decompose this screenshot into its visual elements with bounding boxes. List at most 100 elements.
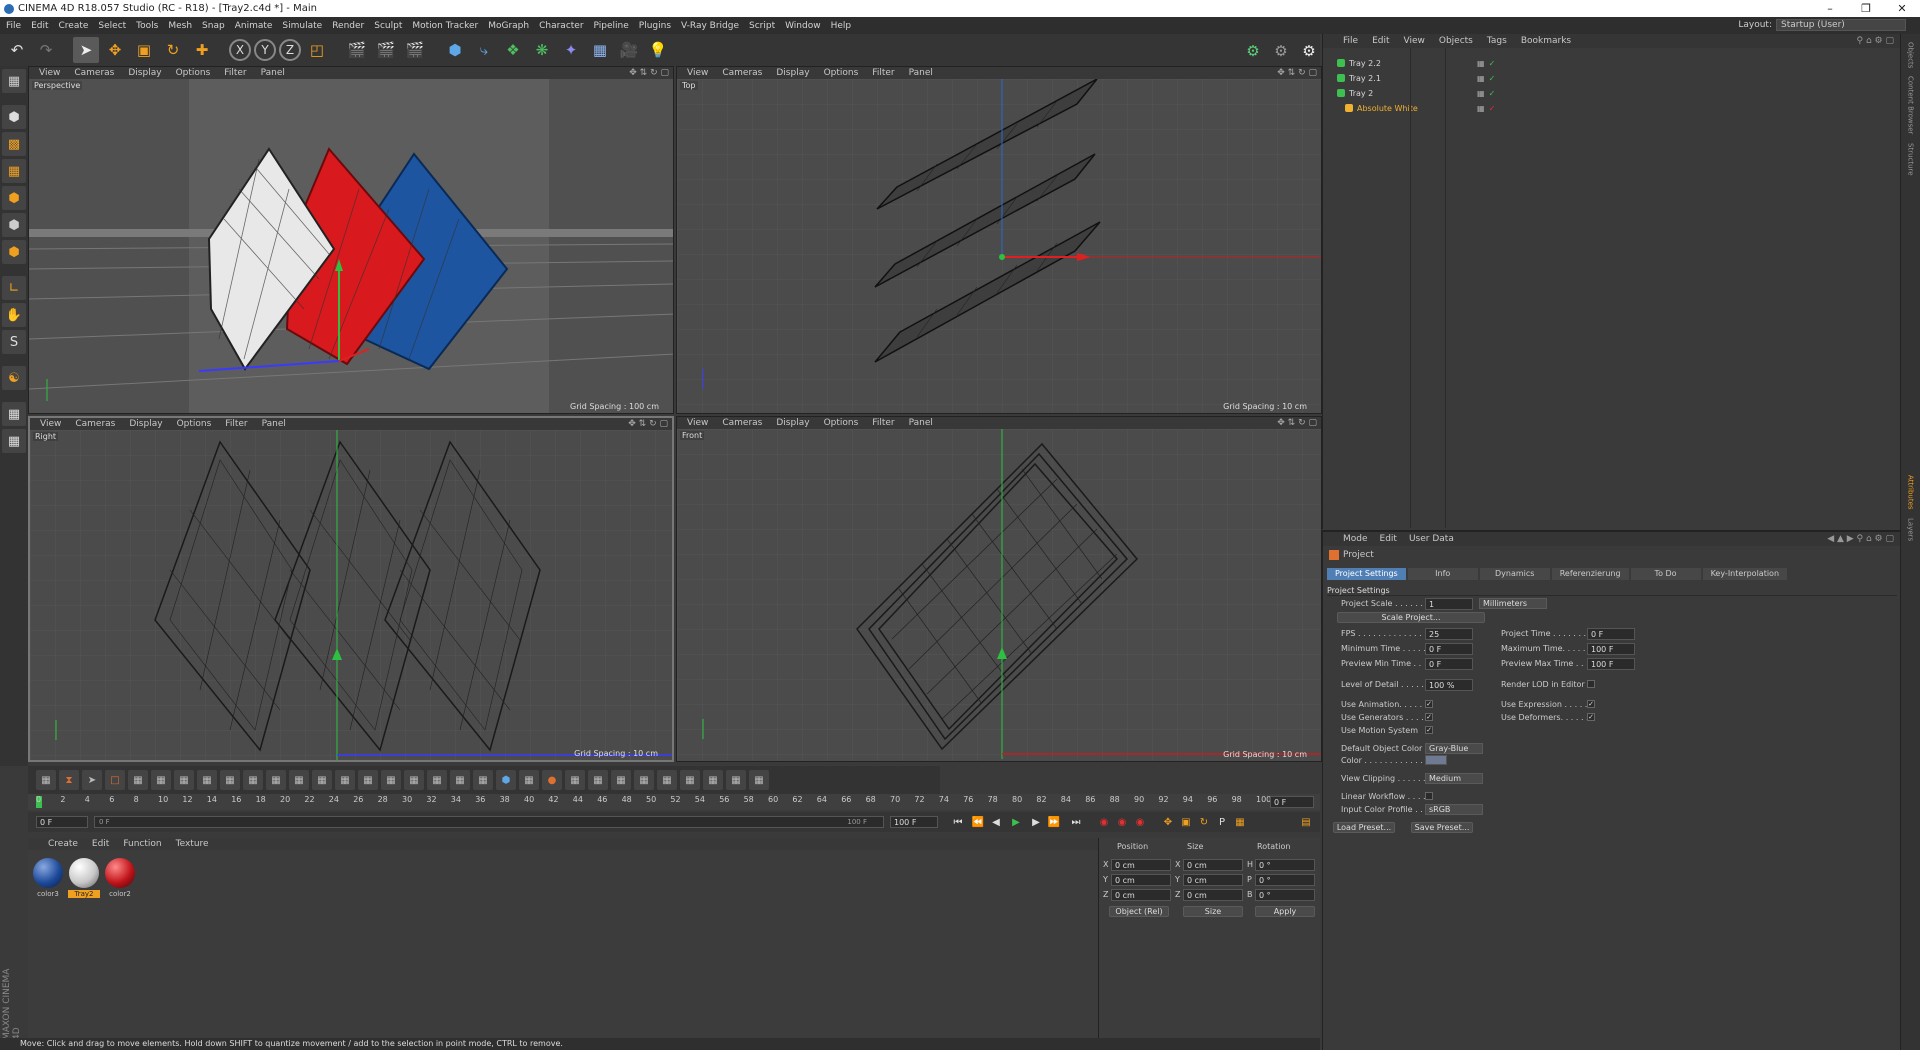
menu-render[interactable]: Render — [332, 21, 364, 31]
next-frame-icon[interactable]: ▶ — [1028, 814, 1044, 830]
prev-frame-icon[interactable]: ◀ — [988, 814, 1004, 830]
tab-dynamics[interactable]: Dynamics — [1479, 568, 1550, 580]
coordinate-system-icon[interactable]: ◰ — [304, 37, 330, 63]
weld-tool-icon[interactable]: ▦ — [243, 770, 263, 790]
extrude-tool-icon[interactable]: ▦ — [128, 770, 148, 790]
layout-dropdown[interactable]: Startup (User) — [1776, 19, 1906, 31]
dissolve-icon[interactable]: ▦ — [634, 770, 654, 790]
minimum-time-field[interactable]: 0 F — [1425, 643, 1473, 655]
record-active-icon[interactable]: ◉ — [1096, 814, 1112, 830]
pla-key-icon[interactable]: ▦ — [1232, 814, 1248, 830]
vp-menu-panel[interactable]: Panel — [909, 418, 933, 428]
menu-vray-bridge[interactable]: V-Ray Bridge — [681, 21, 739, 31]
vp-menu-cameras[interactable]: Cameras — [75, 419, 115, 429]
minimize-button[interactable]: – — [1812, 0, 1848, 17]
camera-icon[interactable]: 🎥 — [616, 37, 642, 63]
vray-ipr-icon[interactable]: ⚙ — [1268, 38, 1294, 64]
tab-project-settings[interactable]: Project Settings — [1327, 568, 1406, 580]
rotate-icon[interactable]: ↻ — [160, 37, 186, 63]
live-select-tool-icon[interactable]: ➤ — [82, 770, 102, 790]
timeline-window-icon[interactable]: ▤ — [1298, 814, 1314, 830]
coordinate-mode-dropdown[interactable]: Object (Rel) — [1109, 906, 1169, 917]
select-arrow-icon[interactable]: ➤ — [73, 37, 99, 63]
vp-menu-view[interactable]: View — [40, 419, 61, 429]
end-frame-field[interactable]: 100 F — [890, 816, 938, 828]
vp-menu-panel[interactable]: Panel — [909, 68, 933, 78]
line-cut-icon[interactable]: ▦ — [197, 770, 217, 790]
rot-p-field[interactable]: 0 ° — [1255, 874, 1315, 886]
vp-menu-cameras[interactable]: Cameras — [722, 418, 762, 428]
object-name[interactable]: Tray 2.2 — [1349, 59, 1381, 68]
menu-simulate[interactable]: Simulate — [282, 21, 322, 31]
attr-menu-edit[interactable]: Edit — [1380, 534, 1397, 544]
redo-icon[interactable]: ↷ — [33, 37, 59, 63]
mirror-tool-icon[interactable]: ▦ — [358, 770, 378, 790]
menu-help[interactable]: Help — [831, 21, 852, 31]
viewport-navigation-icons[interactable]: ✥ ⇅ ↻ ▢ — [1277, 418, 1317, 428]
param-key-icon[interactable]: P — [1214, 814, 1230, 830]
render-picture-viewer-icon[interactable]: 🎬 — [373, 37, 399, 63]
obj-menu-file[interactable]: File — [1343, 36, 1358, 46]
obj-menu-objects[interactable]: Objects — [1439, 36, 1473, 46]
object-visibility-tags[interactable]: ▦ ✓ — [1477, 89, 1495, 98]
vp-menu-options[interactable]: Options — [176, 68, 211, 78]
tab-layers[interactable]: Layers — [1907, 518, 1915, 541]
mat-menu-texture[interactable]: Texture — [176, 839, 209, 849]
untriangulate-icon[interactable]: ▦ — [588, 770, 608, 790]
split-icon[interactable]: ▦ — [519, 770, 539, 790]
vray-render-icon[interactable]: ⚙ — [1240, 38, 1266, 64]
obj-menu-edit[interactable]: Edit — [1372, 36, 1389, 46]
rot-b-field[interactable]: 0 ° — [1255, 889, 1315, 901]
workplane-lock-icon[interactable]: ▦ — [2, 429, 26, 453]
vp-menu-filter[interactable]: Filter — [872, 68, 894, 78]
polygon-pen-icon[interactable]: ▦ — [289, 770, 309, 790]
vp-menu-display[interactable]: Display — [776, 68, 809, 78]
material-color3[interactable]: color3 — [32, 858, 64, 898]
disconnect-icon[interactable]: ▦ — [473, 770, 493, 790]
spline-pen-icon[interactable]: ⤷ — [471, 37, 497, 63]
workplane-mode-icon[interactable]: ▦ — [2, 159, 26, 183]
menu-sculpt[interactable]: Sculpt — [374, 21, 402, 31]
material-color2[interactable]: color2 — [104, 858, 136, 898]
vp-menu-filter[interactable]: Filter — [224, 68, 246, 78]
make-editable-icon[interactable]: ▦ — [2, 69, 26, 93]
bevel-tool-icon[interactable]: ▦ — [151, 770, 171, 790]
set-point-icon[interactable]: ▦ — [381, 770, 401, 790]
use-deformers-checkbox[interactable]: ✓ — [1587, 713, 1595, 721]
menu-animate[interactable]: Animate — [235, 21, 273, 31]
mat-menu-create[interactable]: Create — [48, 839, 78, 849]
viewport-navigation-icons[interactable]: ✥ ⇅ ↻ ▢ — [629, 68, 669, 78]
tab-info[interactable]: Info — [1407, 568, 1478, 580]
melt-icon[interactable]: ▦ — [611, 770, 631, 790]
iron-tool-icon[interactable]: ▦ — [335, 770, 355, 790]
collapse-icon[interactable]: ▦ — [657, 770, 677, 790]
preview-max-time-field[interactable]: 100 F — [1587, 658, 1635, 670]
magnet-tool-icon[interactable]: ⧗ — [59, 770, 79, 790]
timeline-frame-field[interactable]: 0 F — [1270, 796, 1314, 808]
tab-to-do[interactable]: To Do — [1630, 568, 1701, 580]
menu-file[interactable]: File — [6, 21, 21, 31]
apply-button[interactable]: Apply — [1255, 906, 1315, 917]
goto-start-icon[interactable]: ⏮ — [950, 814, 966, 830]
array-tool-icon[interactable]: ▦ — [427, 770, 447, 790]
size-x-field[interactable]: 0 cm — [1183, 859, 1243, 871]
linear-workflow-checkbox[interactable] — [1425, 792, 1433, 800]
rotate-key-icon[interactable]: ↻ — [1196, 814, 1212, 830]
triangulate-icon[interactable]: ▦ — [565, 770, 585, 790]
soft-selection-icon[interactable]: ☯ — [2, 366, 26, 390]
object-manager-search-icon[interactable]: ⚲ ⌂ ⚙ ▢ — [1857, 36, 1894, 46]
menu-snap[interactable]: Snap — [202, 21, 225, 31]
play-icon[interactable]: ▶ — [1008, 814, 1024, 830]
load-preset-button[interactable]: Load Preset... — [1333, 822, 1395, 833]
undo-icon[interactable]: ↶ — [4, 37, 30, 63]
menu-create[interactable]: Create — [59, 21, 89, 31]
obj-menu-bookmarks[interactable]: Bookmarks — [1521, 36, 1571, 46]
prev-key-icon[interactable]: ⏪ — [970, 814, 986, 830]
x-axis-icon[interactable]: X — [229, 39, 251, 61]
tab-content-browser[interactable]: Content Browser — [1907, 76, 1915, 134]
object-name[interactable]: Absolute White — [1357, 104, 1418, 113]
viewport-navigation-icons[interactable]: ✥ ⇅ ↻ ▢ — [628, 419, 668, 429]
object-row[interactable]: Tray 2.2 ▦ ✓ — [1337, 57, 1887, 69]
menu-pipeline[interactable]: Pipeline — [594, 21, 629, 31]
slide-tool-icon[interactable]: ▦ — [220, 770, 240, 790]
